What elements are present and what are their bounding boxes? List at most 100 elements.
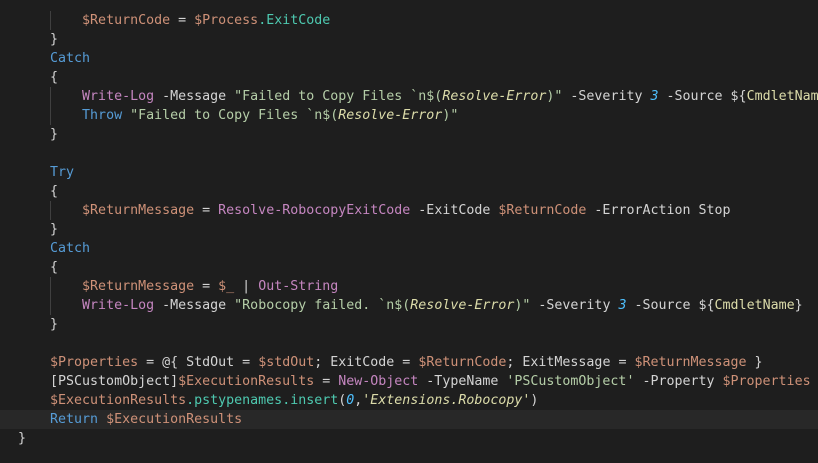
code-token: $ReturnMessage — [82, 279, 195, 294]
code-token: $stdOut — [258, 355, 315, 370]
code-token: ) — [530, 393, 539, 408]
code-line[interactable]: } — [0, 429, 818, 448]
code-token: } — [18, 222, 59, 237]
code-line[interactable]: { — [0, 68, 818, 87]
code-token: } — [18, 431, 27, 446]
code-token: { — [18, 70, 59, 85]
code-token: -Property — [634, 374, 723, 389]
code-line[interactable]: } — [0, 125, 818, 144]
code-token: = — [170, 13, 195, 28]
code-line[interactable]: $ReturnCode = $Process.ExitCode — [0, 11, 818, 30]
code-token: Resolve-RobocopyExitCode — [218, 203, 411, 218]
code-token: .ExitCode — [258, 13, 331, 28]
code-token: $ReturnCode — [498, 203, 587, 218]
code-line[interactable]: Write-Log -Message "Robocopy failed. `n$… — [0, 296, 818, 315]
code-token: )" — [514, 298, 531, 313]
indent-guide — [50, 277, 51, 296]
code-token: Try — [18, 165, 75, 180]
code-token: "Robocopy failed. `n$( — [234, 298, 411, 313]
code-line[interactable]: [PSCustomObject]$ExecutionResults = New-… — [0, 372, 818, 391]
code-line[interactable]: Catch — [0, 239, 818, 258]
indent-guide — [50, 296, 51, 315]
code-token: $ReturnCode — [82, 13, 171, 28]
code-token: Throw — [82, 108, 123, 123]
code-token: $ExecutionResults — [50, 393, 187, 408]
code-token: -ExitCode — [410, 203, 499, 218]
code-line[interactable]: $ExecutionResults.pstypenames.insert(0,'… — [0, 391, 818, 410]
code-token: } — [746, 355, 763, 370]
indent-guide — [50, 201, 51, 220]
code-line[interactable] — [0, 144, 818, 163]
code-token: = — [194, 279, 219, 294]
code-token: -Message — [154, 89, 235, 104]
code-token: 'PSCustomObject' — [506, 374, 635, 389]
code-line[interactable]: Write-Log -Message "Failed to Copy Files… — [0, 87, 818, 106]
code-line[interactable]: Catch — [0, 49, 818, 68]
code-token: | — [234, 279, 259, 294]
code-line[interactable]: Return $ExecutionResults — [0, 410, 818, 429]
indent-guide — [50, 106, 51, 125]
code-token: Catch — [18, 51, 91, 66]
code-token: { — [18, 260, 59, 275]
code-token: Resolve-Error — [442, 89, 547, 104]
code-line[interactable]: $ReturnMessage = Resolve-RobocopyExitCod… — [0, 201, 818, 220]
code-line[interactable]: } — [0, 315, 818, 334]
code-line[interactable]: } — [0, 220, 818, 239]
code-token: 'Extensions.Robocopy' — [362, 393, 531, 408]
code-token: -Severity — [562, 89, 651, 104]
code-token: ${ — [698, 298, 715, 313]
code-token: CmdletName — [746, 89, 818, 104]
code-token: = — [314, 374, 339, 389]
code-token: $ReturnCode — [418, 355, 507, 370]
code-token: "Failed to Copy Files `n$( — [234, 89, 443, 104]
code-token: [PSCustomObject] — [18, 374, 179, 389]
code-token: -TypeName — [418, 374, 507, 389]
code-token: $Properties — [50, 355, 139, 370]
code-token: .pstypenames.insert — [186, 393, 339, 408]
code-token: -Message — [154, 298, 235, 313]
code-token: $ReturnMessage — [82, 203, 195, 218]
indent-guide — [50, 87, 51, 106]
code-line[interactable]: { — [0, 182, 818, 201]
code-token: Resolve-Error — [338, 108, 443, 123]
code-line[interactable]: Try — [0, 163, 818, 182]
indent-guide — [50, 11, 51, 30]
code-token: New-Object — [338, 374, 419, 389]
code-token: } — [18, 127, 59, 142]
code-token: ${ — [730, 89, 747, 104]
code-line[interactable]: } — [0, 30, 818, 49]
code-line[interactable]: Throw "Failed to Copy Files `n$(Resolve-… — [0, 106, 818, 125]
code-editor[interactable]: $ReturnCode = $Process.ExitCode } Catch … — [0, 0, 818, 463]
code-token: Out-String — [258, 279, 339, 294]
code-token: CmdletName — [714, 298, 795, 313]
code-line[interactable]: $ReturnMessage = $_ | Out-String — [0, 277, 818, 296]
code-token: -Source — [626, 298, 699, 313]
code-token: -Source — [658, 89, 731, 104]
code-line[interactable] — [0, 334, 818, 353]
code-token: Write-Log — [82, 298, 155, 313]
code-line[interactable]: { — [0, 258, 818, 277]
code-token: Catch — [18, 241, 91, 256]
code-token: ; ExitMessage = — [506, 355, 635, 370]
code-token: -Severity — [530, 298, 619, 313]
code-token: Write-Log — [82, 89, 155, 104]
code-line[interactable]: $Properties = @{ StdOut = $stdOut; ExitC… — [0, 353, 818, 372]
code-token: ; ExitCode = — [314, 355, 419, 370]
code-token: } — [794, 298, 803, 313]
code-token: } — [18, 32, 59, 47]
code-token: -ErrorAction Stop — [586, 203, 731, 218]
code-token: { — [18, 184, 59, 199]
code-token: $ExecutionResults — [106, 412, 243, 427]
code-token: $Process — [194, 13, 259, 28]
code-token: $Properties — [722, 374, 811, 389]
code-token: )" — [546, 89, 563, 104]
code-token: } — [18, 317, 59, 332]
code-token: Resolve-Error — [410, 298, 515, 313]
code-token: Return — [50, 412, 99, 427]
code-token: )" — [442, 108, 459, 123]
code-token: $ExecutionResults — [178, 374, 315, 389]
